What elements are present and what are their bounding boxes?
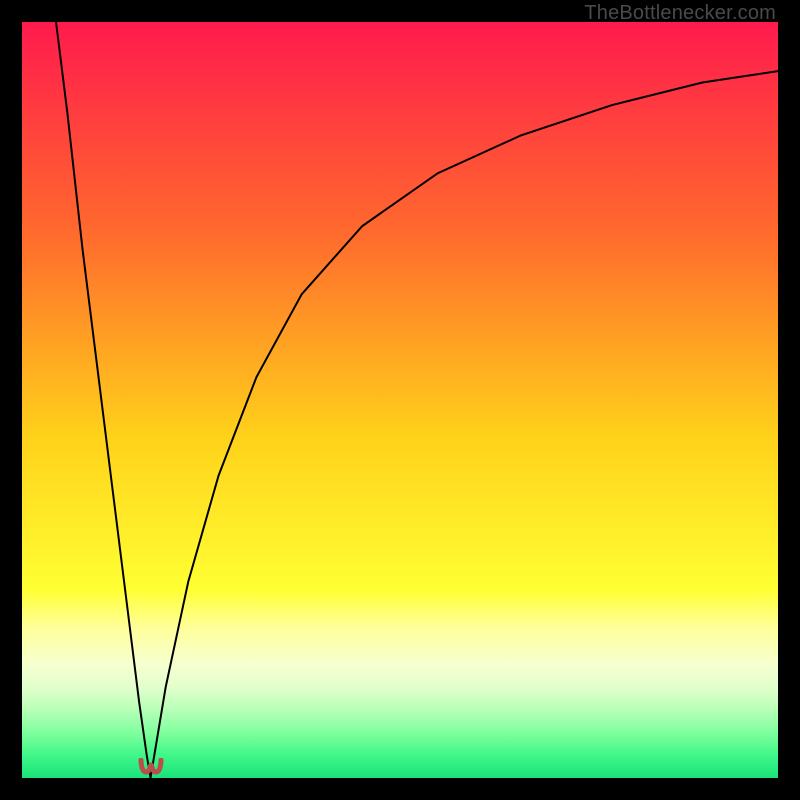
minimum-marker bbox=[137, 758, 165, 776]
bottleneck-curve bbox=[22, 22, 778, 778]
plot-area bbox=[22, 22, 778, 778]
chart-stage: TheBottlenecker.com bbox=[0, 0, 800, 800]
